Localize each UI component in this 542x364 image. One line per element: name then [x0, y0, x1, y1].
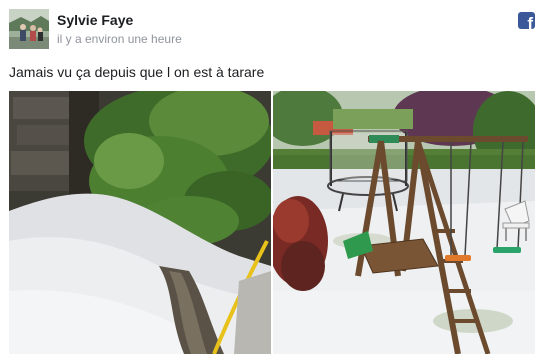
author-name[interactable]: Sylvie Faye: [57, 12, 133, 28]
post-message: Jamais vu ça depuis que l on est à tarar…: [9, 64, 265, 80]
photo-grid: [9, 91, 535, 354]
photo-hail-shrub[interactable]: [9, 91, 271, 354]
facebook-icon[interactable]: f: [518, 12, 535, 29]
post-timestamp[interactable]: il y a environ une heure: [57, 32, 182, 46]
post-header: Sylvie Faye il y a environ une heure f: [9, 9, 535, 49]
photo-hail-garden[interactable]: [273, 91, 535, 354]
avatar[interactable]: [9, 9, 49, 49]
facebook-post: Sylvie Faye il y a environ une heure f J…: [0, 0, 542, 364]
